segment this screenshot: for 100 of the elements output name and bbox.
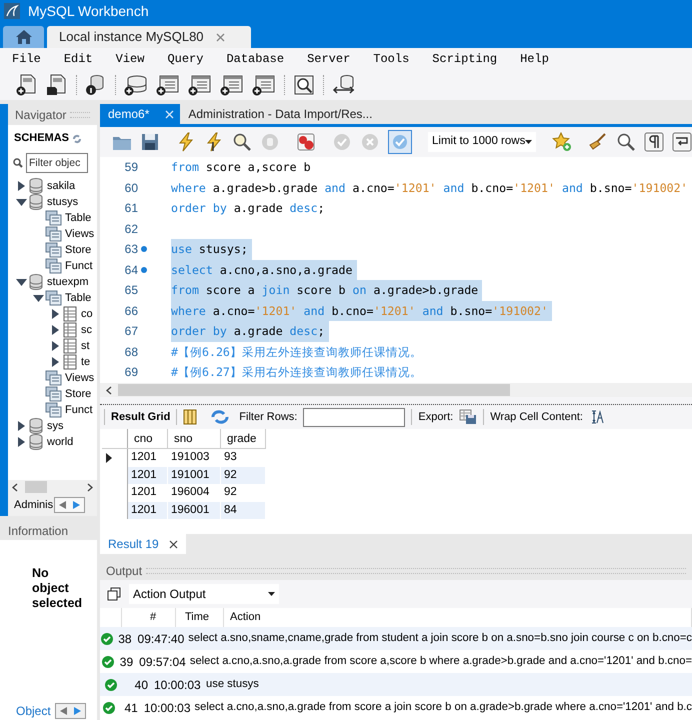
menu-item[interactable]: Scripting: [432, 50, 498, 68]
magnifier-icon[interactable]: [232, 132, 252, 152]
filter-rows-field[interactable]: [303, 408, 406, 426]
menu-item[interactable]: File: [12, 50, 41, 68]
tree-item[interactable]: sc: [81, 322, 92, 338]
horizontal-scrollbar[interactable]: [8, 480, 97, 494]
tree-item[interactable]: Store: [65, 242, 92, 258]
database-icon: [28, 194, 44, 210]
table-cell-text: 41: [123, 700, 139, 716]
table-add-icon[interactable]: [156, 74, 180, 96]
collapsed-arrow-icon[interactable]: [16, 180, 26, 192]
database-reconnect-icon[interactable]: [332, 74, 356, 96]
section-title: SCHEMAS: [14, 131, 70, 146]
copy-icon[interactable]: [107, 587, 121, 601]
database-add-icon[interactable]: [124, 74, 148, 96]
limit-dropdown[interactable]: Limit to 1000 rows: [428, 132, 536, 152]
tree-item[interactable]: Table: [65, 290, 92, 306]
menu-item[interactable]: Database: [226, 50, 284, 68]
star-add-icon[interactable]: [552, 132, 572, 152]
collapsed-arrow-icon[interactable]: [50, 356, 60, 368]
statement-marker: [141, 246, 147, 252]
sql-file-icon[interactable]: [16, 74, 38, 96]
editor-tab[interactable]: Administration - Data Import/Res...: [180, 104, 380, 124]
table-cell-text: 38: [117, 630, 133, 648]
tree-item[interactable]: stusys: [47, 194, 78, 210]
auto-commit-icon[interactable]: [388, 130, 412, 154]
wrap-icon[interactable]: [672, 132, 692, 152]
home-tab[interactable]: [3, 26, 44, 48]
lightning-icon[interactable]: [176, 132, 196, 152]
broom-icon[interactable]: [588, 132, 608, 152]
lightning-cursor-icon[interactable]: [204, 132, 224, 152]
collapsed-arrow-icon[interactable]: [50, 324, 60, 336]
function-add-icon[interactable]: [252, 74, 276, 96]
export-icon[interactable]: [459, 409, 478, 425]
tree-item[interactable]: Table: [65, 210, 92, 226]
connection-tab[interactable]: Local instance MySQL80: [47, 26, 251, 48]
tree-item[interactable]: Funct: [65, 258, 93, 274]
panel-title: Output: [106, 563, 142, 580]
close-icon[interactable]: [168, 540, 178, 548]
table-cell: 1201: [128, 502, 168, 519]
result-grid-tab[interactable]: Result Grid: [111, 408, 170, 426]
find-icon[interactable]: [616, 132, 636, 152]
menu-item[interactable]: Query: [167, 50, 204, 68]
tree-item[interactable]: st: [81, 338, 90, 354]
current-row-icon: [106, 452, 112, 463]
folder-icon: [45, 402, 62, 418]
tree-item[interactable]: Store: [65, 386, 92, 402]
columns-icon[interactable]: [183, 409, 198, 425]
left-arrow-icon[interactable]: [58, 706, 68, 716]
collapsed-arrow-icon[interactable]: [16, 436, 26, 448]
line-number: 67: [124, 323, 138, 340]
column-header[interactable]: sno: [168, 429, 221, 448]
tree-item[interactable]: te: [81, 354, 90, 370]
table-cell-text: 10:00:03: [142, 700, 191, 716]
tree-item[interactable]: Funct: [65, 402, 93, 418]
table-cell-text: select a.sno,sname,cname,grade from student a join score b on a.sno=b.sno join course c on b.cno=c: [187, 631, 692, 646]
tree-item[interactable]: world: [47, 434, 74, 450]
info-message: No object selected: [31, 565, 84, 612]
wrap-text-icon[interactable]: [590, 410, 605, 424]
tree-item[interactable]: co: [81, 306, 93, 322]
tree-item[interactable]: stuexpm: [47, 274, 89, 290]
output-mode-dropdown[interactable]: Action Output: [129, 584, 279, 604]
expanded-arrow-icon[interactable]: [16, 277, 27, 287]
panel-tab[interactable]: Object: [16, 702, 51, 720]
refresh-icon[interactable]: [211, 410, 230, 424]
result-tab[interactable]: Result 19: [100, 534, 186, 554]
splitter[interactable]: [100, 397, 692, 405]
save-icon[interactable]: [140, 132, 160, 152]
search-icon[interactable]: [293, 74, 315, 96]
column-header[interactable]: cno: [128, 429, 168, 448]
refresh-icon[interactable]: [72, 134, 82, 144]
view-add-icon[interactable]: [188, 74, 212, 96]
column-header[interactable]: grade: [221, 429, 266, 448]
table-cell-text: use stusys: [205, 677, 259, 692]
procedure-add-icon[interactable]: [220, 74, 244, 96]
horizontal-scrollbar[interactable]: [100, 383, 692, 397]
tree-item[interactable]: Views: [65, 226, 94, 242]
paragraph-icon[interactable]: [644, 132, 664, 152]
sql-file-icon[interactable]: [46, 74, 68, 96]
filter-field[interactable]: Filter objec: [26, 152, 88, 172]
menu-item[interactable]: Edit: [64, 50, 93, 68]
tree-item[interactable]: sakila: [47, 178, 76, 194]
editor-tab[interactable]: demo6*: [100, 104, 180, 124]
menu-item[interactable]: View: [116, 50, 144, 68]
tab-switcher[interactable]: [54, 703, 86, 719]
filter-label: Filter Rows:: [239, 410, 298, 425]
expanded-arrow-icon[interactable]: [16, 197, 27, 207]
line-number: 66: [124, 302, 138, 320]
tree-item[interactable]: sys: [47, 418, 64, 434]
collapsed-arrow-icon[interactable]: [16, 420, 26, 432]
tree-item[interactable]: Views: [65, 370, 94, 386]
menu-item[interactable]: Help: [520, 50, 549, 68]
collapsed-arrow-icon[interactable]: [50, 340, 60, 352]
tab-switcher[interactable]: [54, 497, 86, 513]
wrap-label: Wrap Cell Content:: [490, 410, 583, 425]
menu-item[interactable]: Tools: [373, 50, 410, 68]
collapsed-arrow-icon[interactable]: [50, 308, 60, 320]
menu-item[interactable]: Server: [307, 50, 350, 68]
left-arrow-icon[interactable]: [58, 500, 68, 510]
expanded-arrow-icon[interactable]: [33, 293, 44, 303]
